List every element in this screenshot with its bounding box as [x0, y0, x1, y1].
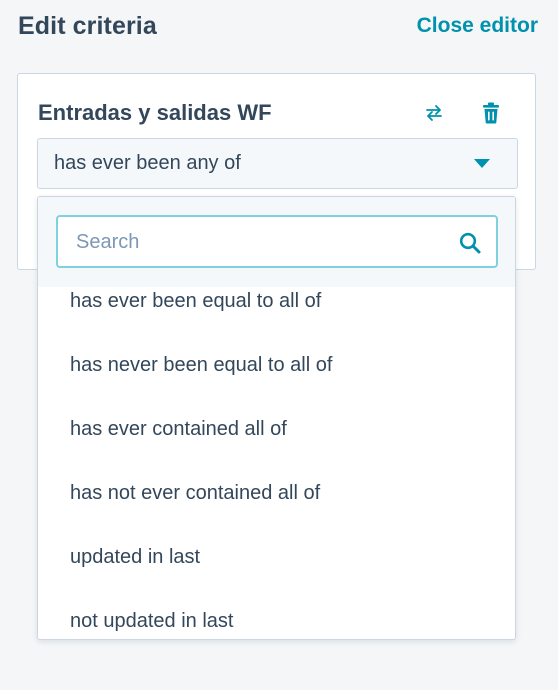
dropdown-option-label: has not ever contained all of	[70, 482, 321, 504]
editor-header: Edit criteria Close editor	[0, 0, 558, 56]
swap-arrows-icon[interactable]	[421, 100, 447, 126]
search-input[interactable]	[76, 229, 426, 255]
dropdown-option-label: has ever been equal to all of	[70, 290, 322, 312]
dropdown-option-label: has never been equal to all of	[70, 354, 333, 376]
dropdown-option[interactable]: has ever been equal to all of	[38, 287, 515, 351]
dropdown-option[interactable]: has never been equal to all of	[38, 351, 515, 415]
trash-icon[interactable]	[478, 100, 504, 126]
dropdown-option[interactable]: has not ever contained all of	[38, 479, 515, 543]
dropdown-options-list: has ever been equal to all of has never …	[38, 287, 515, 639]
operator-select[interactable]: has ever been any of	[37, 138, 518, 189]
dropdown-option[interactable]: updated in last	[38, 543, 515, 607]
close-editor-link[interactable]: Close editor	[417, 14, 538, 38]
operator-select-value: has ever been any of	[54, 152, 241, 174]
operator-dropdown-menu: has ever been equal to all of has never …	[37, 196, 516, 640]
dropdown-option[interactable]: not updated in last	[38, 607, 515, 639]
page-title: Edit criteria	[18, 12, 157, 40]
dropdown-option[interactable]: has ever contained all of	[38, 415, 515, 479]
dropdown-option-label: has ever contained all of	[70, 418, 287, 440]
dropdown-search-area	[38, 197, 515, 287]
dropdown-option-label: not updated in last	[70, 610, 234, 632]
caret-down-icon	[474, 159, 490, 168]
dropdown-option-label: updated in last	[70, 546, 201, 568]
criteria-property-title: Entradas y salidas WF	[38, 100, 272, 125]
search-icon	[458, 231, 482, 255]
search-box[interactable]	[56, 215, 498, 268]
